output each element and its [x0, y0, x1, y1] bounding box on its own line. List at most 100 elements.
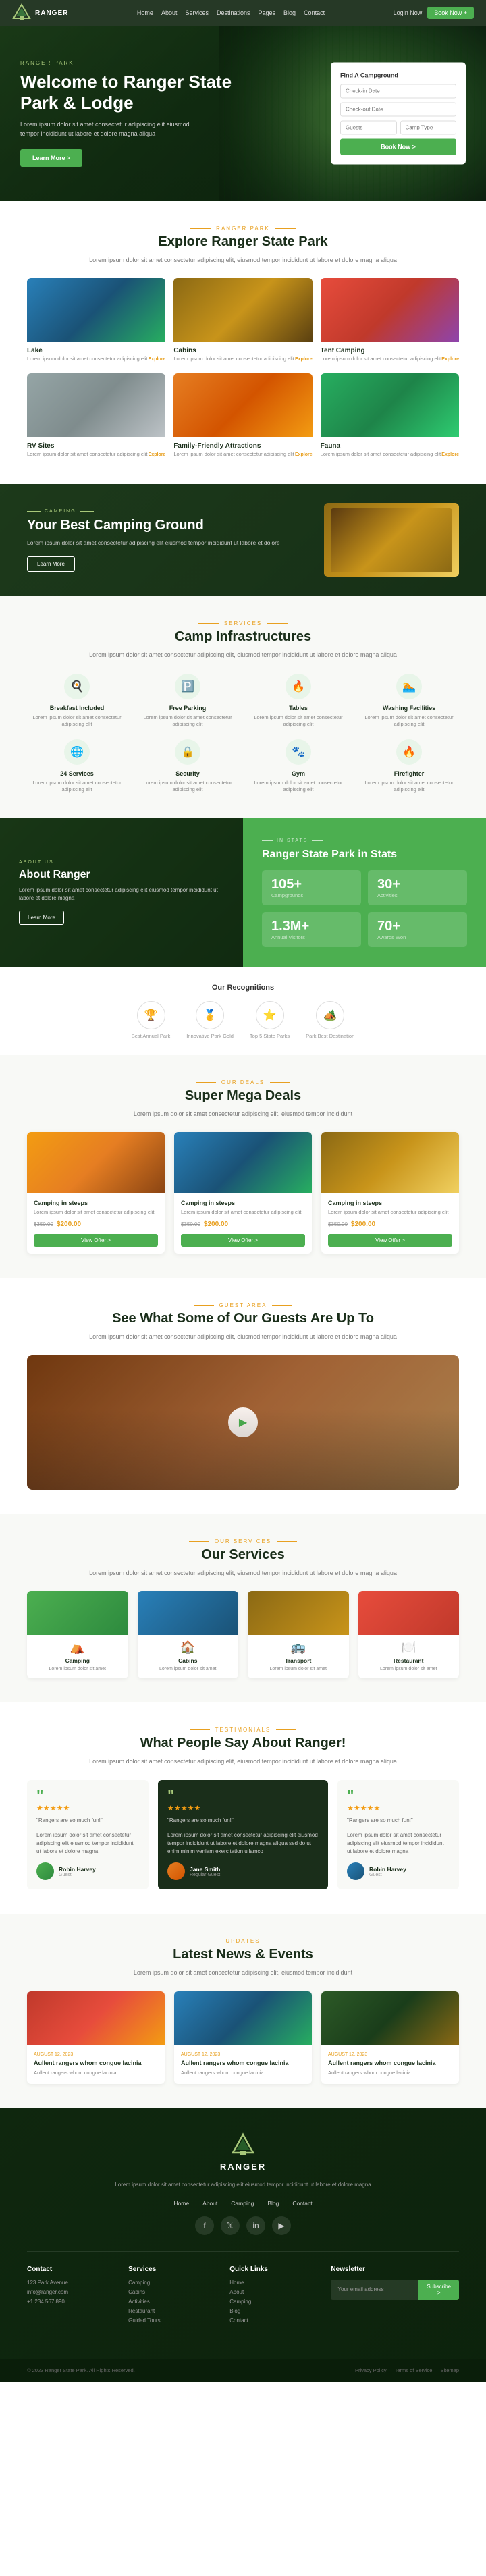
- stat-num-3: 70+: [377, 919, 458, 934]
- footer-service-0[interactable]: Camping: [128, 2280, 216, 2286]
- footer-link-3[interactable]: Blog: [230, 2308, 317, 2314]
- infra-item-2: 🔥 Tables Lorem ipsum dolor sit amet cons…: [248, 674, 348, 728]
- news-title-0[interactable]: Aullent rangers whom congue lacinia: [34, 2060, 158, 2068]
- login-button[interactable]: Login Now: [394, 9, 423, 16]
- footer-contact-0[interactable]: 123 Park Avenue: [27, 2280, 115, 2286]
- deals-eyebrow: OUR DEALS: [27, 1079, 459, 1085]
- recognition-label-0: Best Annual Park: [132, 1033, 171, 1039]
- footer-service-4[interactable]: Guided Tours: [128, 2317, 216, 2324]
- deal-btn-1[interactable]: View Offer >: [181, 1234, 305, 1247]
- youtube-icon[interactable]: ▶: [272, 2216, 291, 2235]
- explore-card-title-4: Family-Friendly Attractions: [173, 442, 312, 450]
- newsletter-input[interactable]: [331, 2280, 418, 2300]
- explore-card-link-0[interactable]: Explore: [148, 357, 166, 362]
- explore-card-title-5: Fauna: [321, 442, 459, 450]
- book-now-button[interactable]: Book Now +: [427, 7, 474, 19]
- deal-new-price-0: $200.00: [57, 1220, 81, 1228]
- deal-old-price-2: $350.00: [328, 1221, 348, 1227]
- hero-cta-button[interactable]: Learn More >: [20, 149, 82, 167]
- explore-card-link-1[interactable]: Explore: [295, 357, 313, 362]
- explore-card-desc-4: Lorem ipsum dolor sit amet consectetur a…: [173, 451, 294, 458]
- deal-card-2: Camping in steeps Lorem ipsum dolor sit …: [321, 1132, 459, 1254]
- stat-label-0: Campgrounds: [271, 892, 352, 898]
- nav-destinations[interactable]: Destinations: [217, 9, 250, 16]
- stat-label-1: Activities: [377, 892, 458, 898]
- navbar-logo[interactable]: RANGER: [12, 3, 68, 22]
- newsletter-submit-button[interactable]: Subscribe >: [418, 2280, 459, 2300]
- footer-col-title-3: Newsletter: [331, 2265, 459, 2273]
- camp-type-input[interactable]: [400, 121, 457, 135]
- deals-description: Lorem ipsum dolor sit amet consectetur a…: [74, 1109, 412, 1119]
- recognition-icon-3: 🏕️: [316, 1001, 344, 1029]
- explore-card-link-5[interactable]: Explore: [441, 452, 459, 457]
- guests-input[interactable]: [340, 121, 397, 135]
- testimonial-card-1: " ★★★★★ "Rangers are so much fun!" Lorem…: [158, 1780, 328, 1890]
- camping-banner-description: Lorem ipsum dolor sit amet consectetur a…: [27, 539, 310, 547]
- deal-btn-0[interactable]: View Offer >: [34, 1234, 158, 1247]
- nav-services[interactable]: Services: [185, 9, 209, 16]
- about-cta-button[interactable]: Learn More: [19, 911, 64, 925]
- footer-privacy-link[interactable]: Privacy Policy: [355, 2367, 387, 2373]
- nav-contact[interactable]: Contact: [304, 9, 325, 16]
- footer-link-1[interactable]: About: [230, 2289, 317, 2295]
- hero-booking-form: Find A Campground Book Now >: [331, 63, 466, 165]
- footer-nav-home[interactable]: Home: [173, 2200, 189, 2207]
- explore-card-link-2[interactable]: Explore: [441, 357, 459, 362]
- nav-about[interactable]: About: [161, 9, 178, 16]
- checkout-input[interactable]: [340, 103, 456, 117]
- explore-card-link-3[interactable]: Explore: [148, 452, 166, 457]
- news-title-2[interactable]: Aullent rangers whom congue lacinia: [328, 2060, 452, 2068]
- checkin-input[interactable]: [340, 84, 456, 99]
- footer-service-1[interactable]: Cabins: [128, 2289, 216, 2295]
- footer-nav-camping[interactable]: Camping: [231, 2200, 254, 2207]
- deal-title-2: Camping in steeps: [328, 1200, 452, 1206]
- footer-service-3[interactable]: Restaurant: [128, 2308, 216, 2314]
- explore-eyebrow: RANGER PARK: [27, 225, 459, 232]
- nav-blog[interactable]: Blog: [284, 9, 296, 16]
- camping-banner-cta-button[interactable]: Learn More: [27, 556, 75, 572]
- news-title-1[interactable]: Aullent rangers whom congue lacinia: [181, 2060, 305, 2068]
- nav-home[interactable]: Home: [137, 9, 153, 16]
- explore-card-link-4[interactable]: Explore: [295, 452, 313, 457]
- footer-link-4[interactable]: Contact: [230, 2317, 317, 2324]
- news-desc-2: Aullent rangers whom congue lacinia: [328, 2070, 452, 2077]
- service-icon-1: 🏠: [143, 1640, 234, 1655]
- recognition-3: 🏕️ Park Best Destination: [306, 1001, 354, 1039]
- footer-link-0[interactable]: Home: [230, 2280, 317, 2286]
- infra-title-3: Washing Facilities: [359, 705, 459, 712]
- explore-img-tent: [321, 278, 459, 342]
- deal-card-1: Camping in steeps Lorem ipsum dolor sit …: [174, 1132, 312, 1254]
- hero-form-submit-button[interactable]: Book Now >: [340, 139, 456, 155]
- guests-title: See What Some of Our Guests Are Up To: [27, 1311, 459, 1326]
- stats-eyebrow: IN STATS: [262, 838, 467, 843]
- infra-desc-2: Lorem ipsum dolor sit amet consectetur a…: [248, 714, 348, 728]
- service-title-1: Cabins: [143, 1657, 234, 1664]
- service-card-0: ⛺ Camping Lorem ipsum dolor sit amet: [27, 1591, 128, 1678]
- explore-card-desc-2: Lorem ipsum dolor sit amet consectetur a…: [321, 356, 441, 363]
- footer-terms-link[interactable]: Terms of Service: [395, 2367, 433, 2373]
- footer-sitemap-link[interactable]: Sitemap: [440, 2367, 459, 2373]
- footer-nav-about[interactable]: About: [202, 2200, 217, 2207]
- explore-grid: Lake Lorem ipsum dolor sit amet consecte…: [27, 278, 459, 460]
- deal-card-0: Camping in steeps Lorem ipsum dolor sit …: [27, 1132, 165, 1254]
- twitter-icon[interactable]: 𝕏: [221, 2216, 240, 2235]
- about-eyebrow: ABOUT US: [19, 860, 224, 865]
- explore-card-desc-3: Lorem ipsum dolor sit amet consectetur a…: [27, 451, 147, 458]
- testimonials-description: Lorem ipsum dolor sit amet consectetur a…: [74, 1756, 412, 1766]
- footer-nav-blog[interactable]: Blog: [267, 2200, 279, 2207]
- footer-link-2[interactable]: Camping: [230, 2299, 317, 2305]
- deals-section: OUR DEALS Super Mega Deals Lorem ipsum d…: [0, 1055, 486, 1278]
- nav-pages[interactable]: Pages: [259, 9, 276, 16]
- linkedin-icon[interactable]: in: [246, 2216, 265, 2235]
- testimonial-name-0: Robin Harvey: [59, 1866, 96, 1873]
- footer-service-2[interactable]: Activities: [128, 2299, 216, 2305]
- explore-card-fauna: Fauna Lorem ipsum dolor sit amet consect…: [321, 373, 459, 460]
- deal-btn-2[interactable]: View Offer >: [328, 1234, 452, 1247]
- footer-contact-2[interactable]: +1 234 567 890: [27, 2299, 115, 2305]
- deal-title-0: Camping in steeps: [34, 1200, 158, 1206]
- deal-new-price-1: $200.00: [204, 1220, 228, 1228]
- footer-logo-row: RANGER: [27, 2132, 459, 2172]
- footer-contact-1[interactable]: info@ranger.com: [27, 2289, 115, 2295]
- footer-nav-contact[interactable]: Contact: [292, 2200, 312, 2207]
- facebook-icon[interactable]: f: [195, 2216, 214, 2235]
